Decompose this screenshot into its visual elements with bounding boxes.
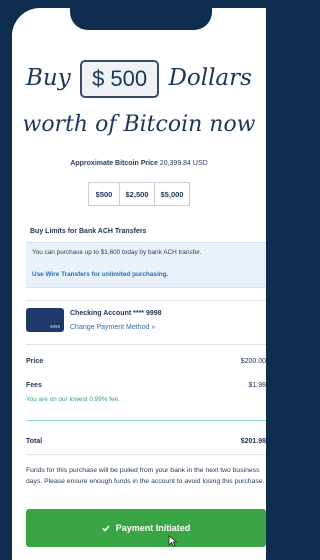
change-payment-method-link[interactable]: Change Payment Method » — [70, 324, 155, 331]
divider — [26, 300, 266, 301]
payment-initiated-label: Payment Initiated — [115, 523, 191, 533]
headline-line2: worth of Bitcoin now — [22, 112, 256, 137]
headline-prefix: Buy — [26, 65, 71, 91]
amount-input[interactable]: $ 500 — [80, 60, 160, 98]
bank-card-icon: 9998 — [26, 308, 64, 332]
fees-label: Fees — [26, 382, 42, 389]
total-label: Total — [26, 438, 43, 445]
headline-amount: Buy $ 500 Dollars — [12, 60, 266, 98]
preset-button-2500[interactable]: $2,500 — [120, 182, 155, 206]
limits-message: You can purchase up to $1,600 today by b… — [32, 249, 202, 256]
card-number: 9998 — [49, 324, 60, 329]
mouse-cursor-icon — [168, 535, 178, 547]
total-value: $201.98 — [240, 438, 266, 445]
limits-title: Buy Limits for Bank ACH Transfers — [30, 228, 147, 235]
preset-button-5000[interactable]: $5,000 — [155, 182, 190, 206]
amount-presets: $500 $2,500 $5,000 — [12, 182, 266, 206]
account-name: Checking Account **** 9998 — [70, 310, 162, 317]
price-value: $200.00 — [240, 358, 266, 365]
divider — [26, 454, 266, 455]
divider — [26, 344, 266, 345]
headline-suffix: Dollars — [168, 65, 252, 91]
fee-note: You are on our lowest 0.99% fee. — [26, 396, 120, 403]
divider — [26, 420, 266, 421]
phone-notch — [70, 8, 212, 30]
price-label: Price — [26, 358, 44, 365]
bitcoin-price: Approximate Bitcoin Price 20,399.84 USD — [12, 160, 266, 167]
bitcoin-price-value: 20,399.84 USD — [159, 160, 208, 167]
limits-info-box: You can purchase up to $1,600 today by b… — [26, 242, 266, 288]
preset-button-500[interactable]: $500 — [88, 182, 120, 206]
payment-initiated-button[interactable]: Payment Initiated — [26, 509, 266, 547]
funds-notice: Funds for this purchase will be pulled f… — [26, 467, 265, 485]
phone-screen: Buy $ 500 Dollars worth of Bitcoin now A… — [12, 8, 266, 560]
fees-value: $1.98 — [248, 382, 266, 389]
check-icon — [102, 524, 110, 532]
wire-transfer-link[interactable]: Use Wire Transfers for unlimited purchas… — [32, 271, 168, 278]
bitcoin-price-label: Approximate Bitcoin Price — [70, 160, 158, 167]
